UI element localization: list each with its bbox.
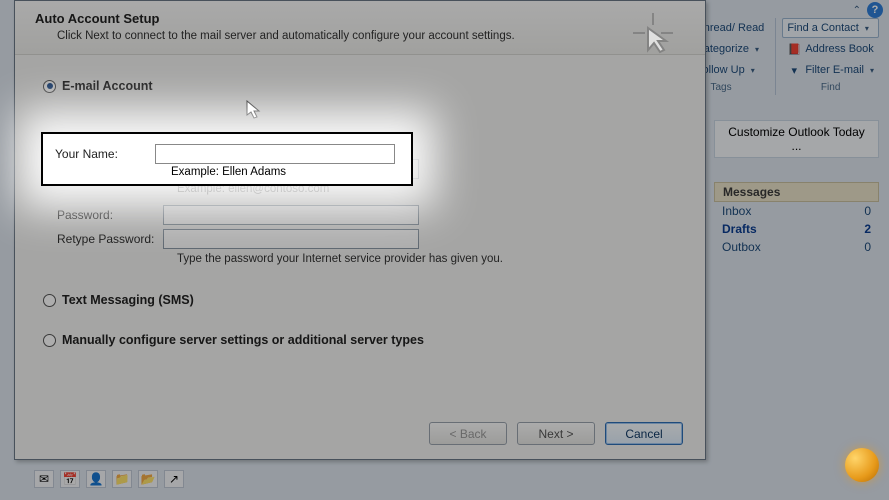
chevron-down-icon: ▾ <box>751 66 755 75</box>
nav-strip-icon-5[interactable]: ↗ <box>164 470 184 488</box>
ribbon-group-label: Find <box>821 82 840 93</box>
dialog-header: Auto Account Setup Click Next to connect… <box>15 1 705 55</box>
messages-row[interactable]: Inbox 0 <box>714 202 879 220</box>
messages-row-name: Drafts <box>722 222 757 236</box>
messages-row-name: Inbox <box>722 204 751 218</box>
option-sms-label: Text Messaging (SMS) <box>62 293 194 307</box>
radio-icon[interactable] <box>43 334 56 347</box>
messages-row-count: 2 <box>864 222 871 236</box>
option-manual[interactable]: Manually configure server settings or ad… <box>43 333 671 347</box>
radio-icon[interactable] <box>43 294 56 307</box>
password-input[interactable] <box>163 205 419 225</box>
retype-password-label: Retype Password: <box>57 232 163 246</box>
chevron-down-icon: ▾ <box>865 24 869 33</box>
watermark-icon <box>845 448 879 482</box>
nav-icon-strip: ✉ 📅 👤 📁 📂 ↗ <box>34 470 184 488</box>
funnel-icon: ▾ <box>787 63 801 77</box>
cancel-button[interactable]: Cancel <box>605 422 683 445</box>
password-row: Password: <box>57 205 671 225</box>
option-email-account[interactable]: E-mail Account <box>43 79 671 93</box>
filter-email-label: Filter E-mail <box>805 64 864 76</box>
find-contact-label: Find a Contact <box>787 22 859 34</box>
help-icon[interactable]: ? <box>867 2 883 18</box>
dialog-title: Auto Account Setup <box>35 11 689 26</box>
retype-password-row: Retype Password: <box>57 229 671 249</box>
your-name-label: Your Name: <box>55 147 155 161</box>
messages-row[interactable]: Outbox 0 <box>714 238 879 256</box>
auto-account-setup-dialog: Auto Account Setup Click Next to connect… <box>14 0 706 460</box>
customize-outlook-today-button[interactable]: Customize Outlook Today ... <box>714 120 879 158</box>
address-book-icon: 📕 <box>787 42 801 56</box>
filter-email-button[interactable]: ▾ Filter E-mail ▾ <box>782 60 879 80</box>
password-hint: Type the password your Internet service … <box>177 253 671 265</box>
watermark <box>845 448 879 482</box>
unread-read-label: Unread/ Read <box>696 22 765 34</box>
radio-icon[interactable] <box>43 80 56 93</box>
option-sms[interactable]: Text Messaging (SMS) <box>43 293 671 307</box>
cursor-icon <box>246 100 262 120</box>
option-manual-label: Manually configure server settings or ad… <box>62 333 424 347</box>
nav-strip-icon-0[interactable]: ✉ <box>34 470 54 488</box>
dialog-subtitle: Click Next to connect to the mail server… <box>57 30 689 42</box>
find-contact-input[interactable]: Find a Contact ▾ <box>782 18 879 38</box>
outlook-today-pane: Customize Outlook Today ... Messages Inb… <box>714 120 879 256</box>
your-name-input[interactable] <box>155 144 395 164</box>
nav-strip-icon-3[interactable]: 📁 <box>112 470 132 488</box>
retype-password-input[interactable] <box>163 229 419 249</box>
back-button[interactable]: < Back <box>429 422 507 445</box>
next-button[interactable]: Next > <box>517 422 595 445</box>
messages-header: Messages <box>714 182 879 202</box>
password-label: Password: <box>57 208 163 222</box>
dialog-buttons: < Back Next > Cancel <box>429 422 683 445</box>
your-name-highlight: Your Name: Example: Ellen Adams <box>41 132 413 186</box>
option-email-account-label: E-mail Account <box>62 79 153 93</box>
tutorial-cursor-icon <box>630 10 676 56</box>
your-name-hint: Example: Ellen Adams <box>171 166 403 178</box>
address-book-button[interactable]: 📕 Address Book <box>782 39 879 59</box>
chevron-up-icon[interactable]: ⌃ <box>853 5 861 16</box>
titlebar-right: ⌃ ? <box>853 2 883 18</box>
nav-strip-icon-2[interactable]: 👤 <box>86 470 106 488</box>
dialog-body: E-mail Account E-mail Address: Example: … <box>15 55 705 361</box>
nav-strip-icon-4[interactable]: 📂 <box>138 470 158 488</box>
ribbon-group-label: Tags <box>711 82 732 93</box>
messages-row-count: 0 <box>864 204 871 218</box>
nav-strip-icon-1[interactable]: 📅 <box>60 470 80 488</box>
messages-row-count: 0 <box>864 240 871 254</box>
messages-row[interactable]: Drafts 2 <box>714 220 879 238</box>
chevron-down-icon: ▾ <box>755 45 759 54</box>
chevron-down-icon: ▾ <box>870 66 874 75</box>
address-book-label: Address Book <box>805 43 873 55</box>
messages-row-name: Outbox <box>722 240 761 254</box>
ribbon-group-find: Find a Contact ▾ 📕 Address Book ▾ Filter… <box>775 18 885 95</box>
